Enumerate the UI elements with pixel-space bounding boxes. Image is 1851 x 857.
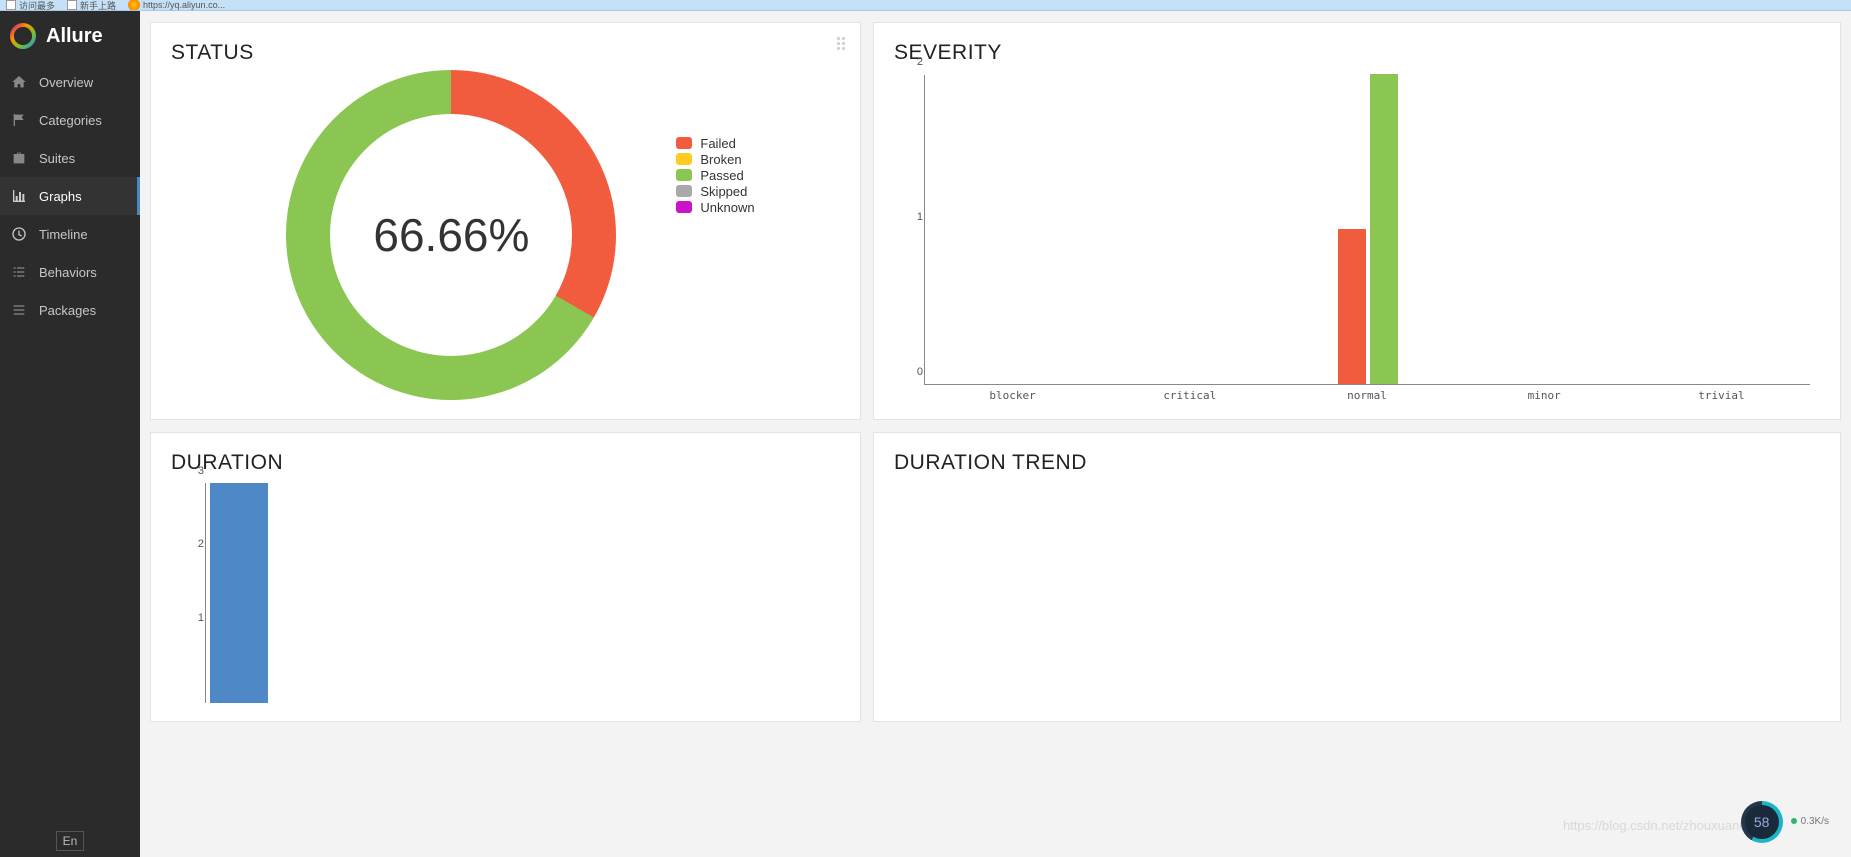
clock-icon xyxy=(10,226,28,242)
perf-indicator[interactable]: 58 0.3K/s xyxy=(1741,801,1829,843)
y-tick-label: 3 xyxy=(186,465,204,477)
home-icon xyxy=(10,74,28,90)
bookmark-most-visited[interactable]: 访问最多 xyxy=(6,0,55,11)
duration-bar[interactable] xyxy=(210,483,268,703)
card-title: DURATION TREND xyxy=(894,451,1820,475)
language-switcher[interactable]: En xyxy=(0,825,140,857)
flag-icon xyxy=(10,112,28,128)
watermark-text: https://blog.csdn.net/zhouxuan623 xyxy=(1563,818,1761,833)
swatch-icon xyxy=(676,137,692,149)
briefcase-icon xyxy=(10,150,28,166)
sidebar-item-packages[interactable]: Packages xyxy=(0,291,140,329)
perf-net-speed: 0.3K/s xyxy=(1791,817,1829,827)
sidebar-item-categories[interactable]: Categories xyxy=(0,101,140,139)
swatch-icon xyxy=(676,169,692,181)
legend-item-passed[interactable]: Passed xyxy=(676,168,754,183)
legend-item-unknown[interactable]: Unknown xyxy=(676,200,754,215)
sidebar-item-timeline[interactable]: Timeline xyxy=(0,215,140,253)
sidebar-item-graphs[interactable]: Graphs xyxy=(0,177,140,215)
card-title: STATUS xyxy=(171,41,840,65)
sidebar-item-label: Categories xyxy=(39,113,102,128)
legend-item-broken[interactable]: Broken xyxy=(676,152,754,167)
sidebar-item-label: Packages xyxy=(39,303,96,318)
donut-center-label: 66.66% xyxy=(286,70,616,400)
duration-trend-card: DURATION TREND xyxy=(873,432,1841,722)
swatch-icon xyxy=(676,185,692,197)
sidebar-item-overview[interactable]: Overview xyxy=(0,63,140,101)
legend-item-skipped[interactable]: Skipped xyxy=(676,184,754,199)
sidebar-item-label: Graphs xyxy=(39,189,82,204)
card-title: SEVERITY xyxy=(894,41,1820,65)
x-tick-label: trivial xyxy=(1633,389,1810,402)
list2-icon xyxy=(10,302,28,318)
sidebar-item-label: Behaviors xyxy=(39,265,97,280)
x-tick-label: minor xyxy=(1456,389,1633,402)
x-tick-label: blocker xyxy=(924,389,1101,402)
allure-logo-icon xyxy=(10,23,36,49)
legend-item-failed[interactable]: Failed xyxy=(676,136,754,151)
swatch-icon xyxy=(676,153,692,165)
card-title: DURATION xyxy=(171,451,840,475)
y-tick-label: 2 xyxy=(903,56,923,68)
browser-bookmarks-bar: 访问最多 新手上路 https://yq.aliyun.co... xyxy=(0,0,1851,11)
y-tick-label: 0 xyxy=(903,366,923,378)
duration-bar-chart[interactable]: 123 xyxy=(171,475,840,705)
swatch-icon xyxy=(676,201,692,213)
sidebar-item-suites[interactable]: Suites xyxy=(0,139,140,177)
severity-bar-chart[interactable]: 012 blockercriticalnormalminortrivial xyxy=(894,65,1820,405)
chart-icon xyxy=(10,188,28,204)
status-legend: Failed Broken Passed Skipped Unknown xyxy=(676,136,754,215)
severity-bar[interactable] xyxy=(1338,229,1366,384)
sidebar-nav: Overview Categories Suites Graphs Timeli… xyxy=(0,63,140,825)
bookmark-getting-started[interactable]: 新手上路 xyxy=(67,0,116,11)
status-donut-chart[interactable]: 66.66% xyxy=(286,70,616,400)
x-tick-label: normal xyxy=(1278,389,1455,402)
perf-ring-icon: 58 xyxy=(1741,801,1783,843)
y-tick-label: 1 xyxy=(903,211,923,223)
sidebar-item-behaviors[interactable]: Behaviors xyxy=(0,253,140,291)
firefox-icon xyxy=(128,0,140,11)
x-tick-label: critical xyxy=(1101,389,1278,402)
y-tick-label: 2 xyxy=(186,538,204,550)
sidebar-item-label: Suites xyxy=(39,151,75,166)
content: STATUS 66.66% Failed Broken Passed Skipp… xyxy=(140,11,1851,857)
severity-bar[interactable] xyxy=(1370,74,1398,384)
sidebar-item-label: Overview xyxy=(39,75,93,90)
severity-card: SEVERITY 0 1 2 blockercriticalnormalminort… xyxy=(873,22,1841,420)
brand[interactable]: Allure xyxy=(0,11,140,63)
bookmark-url[interactable]: https://yq.aliyun.co... xyxy=(128,0,225,11)
status-dot-icon xyxy=(1791,818,1797,824)
y-tick-label: 1 xyxy=(186,612,204,624)
duration-card: DURATION 1 2 3 xyxy=(150,432,861,722)
status-card: STATUS 66.66% Failed Broken Passed Skipp… xyxy=(150,22,861,420)
list-icon xyxy=(10,264,28,280)
sidebar: Allure Overview Categories Suites Graphs… xyxy=(0,11,140,857)
drag-handle-icon[interactable] xyxy=(837,37,846,51)
sidebar-item-label: Timeline xyxy=(39,227,88,242)
brand-name: Allure xyxy=(46,25,103,48)
